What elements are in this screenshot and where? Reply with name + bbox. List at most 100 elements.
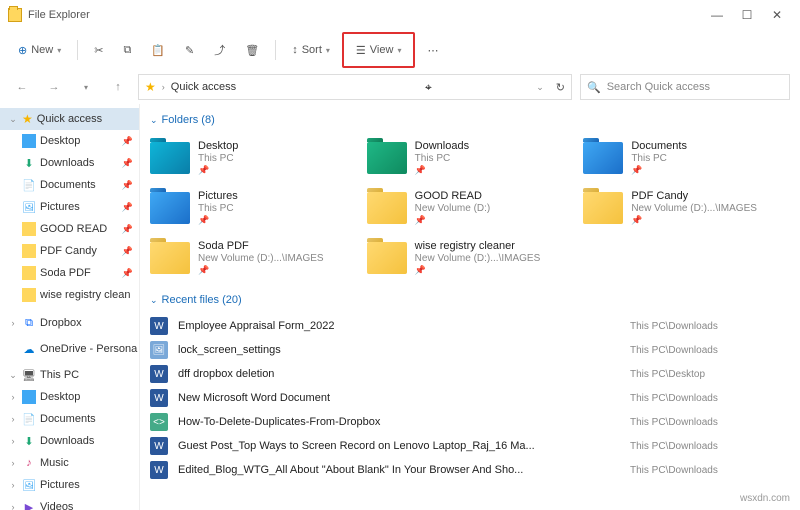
file-row[interactable]: 🖼 lock_screen_settings This PC\Downloads	[150, 338, 790, 362]
folder-name: Soda PDF	[198, 240, 324, 252]
folder-item[interactable]: PDF Candy New Volume (D:)...\IMAGES 📌	[583, 184, 790, 232]
sort-button[interactable]: ↕ Sort ▾	[284, 36, 338, 64]
sidebar-item[interactable]: 📄Documents📌	[0, 174, 139, 196]
folders-section-header[interactable]: ⌄ Folders (8)	[150, 114, 790, 126]
delete-button[interactable]: 🗑	[237, 36, 267, 64]
folder-name: Desktop	[198, 140, 238, 152]
chevron-down-icon[interactable]: ⌄	[536, 82, 544, 93]
folder-item[interactable]: Documents This PC 📌	[583, 134, 790, 182]
pin-icon: 📌	[198, 265, 324, 276]
sidebar-item[interactable]: ›⬇Downloads	[0, 430, 139, 452]
watermark: wsxdn.com	[740, 493, 790, 504]
minimize-button[interactable]: ―	[702, 0, 732, 30]
pin-icon: 📌	[122, 246, 133, 257]
downloads-icon: ⬇	[22, 156, 36, 170]
paste-button[interactable]: 📋	[143, 36, 173, 64]
sidebar-dropbox[interactable]: ›⧉Dropbox	[0, 312, 139, 334]
file-location: This PC\Downloads	[630, 321, 790, 332]
toolbar: ⊕ New ▾ ✂ ⧉ 📋 ✎ ⤴ 🗑 ↕ Sort ▾ ☰ View ▾ ⋯	[0, 30, 800, 70]
up-button[interactable]: ↑	[106, 75, 130, 99]
sidebar-label: Dropbox	[40, 317, 82, 329]
dropbox-icon: ⧉	[22, 316, 36, 330]
file-row[interactable]: W Guest Post_Top Ways to Screen Record o…	[150, 434, 790, 458]
rename-button[interactable]: ✎	[177, 36, 202, 64]
folder-name: Pictures	[198, 190, 238, 202]
separator	[77, 40, 78, 60]
forward-button[interactable]: →	[42, 75, 66, 99]
folder-item[interactable]: Pictures This PC 📌	[150, 184, 357, 232]
sidebar-item[interactable]: ›Desktop	[0, 386, 139, 408]
rename-icon: ✎	[185, 44, 194, 57]
chevron-down-icon: ⌄	[8, 114, 18, 125]
folder-icon	[150, 242, 190, 274]
sidebar-item[interactable]: ›♪Music	[0, 452, 139, 474]
sidebar-this-pc[interactable]: ⌄🖥This PC	[0, 364, 139, 386]
sidebar-item[interactable]: 🖼Pictures📌	[0, 196, 139, 218]
search-bar[interactable]: 🔍 Search Quick access	[580, 74, 790, 100]
address-path: Quick access	[171, 81, 236, 93]
close-button[interactable]: ✕	[762, 0, 792, 30]
folder-location: New Volume (D:)	[415, 203, 491, 214]
sidebar-item[interactable]: wise registry clean	[0, 284, 139, 306]
copy-button[interactable]: ⧉	[115, 36, 139, 64]
sidebar-label: PDF Candy	[40, 245, 97, 257]
folder-item[interactable]: Desktop This PC 📌	[150, 134, 357, 182]
share-button[interactable]: ⤴	[206, 36, 233, 64]
folder-icon	[22, 222, 36, 236]
folder-item[interactable]: GOOD READ New Volume (D:) 📌	[367, 184, 574, 232]
sidebar-onedrive[interactable]: ☁OneDrive - Persona	[0, 338, 139, 360]
downloads-icon: ⬇	[22, 434, 36, 448]
back-button[interactable]: ←	[10, 75, 34, 99]
chevron-down-icon: ⌄	[150, 115, 158, 126]
sidebar-item[interactable]: ⬇Downloads📌	[0, 152, 139, 174]
refresh-button[interactable]: ↻	[556, 81, 565, 94]
cut-icon: ✂	[94, 44, 103, 57]
recent-section-header[interactable]: ⌄ Recent files (20)	[150, 294, 790, 306]
pin-icon: 📌	[122, 158, 133, 169]
file-row[interactable]: W dff dropbox deletion This PC\Desktop	[150, 362, 790, 386]
sidebar-label: Desktop	[40, 391, 80, 403]
maximize-button[interactable]: ☐	[732, 0, 762, 30]
view-button[interactable]: ☰ View ▾	[348, 36, 410, 64]
folder-item[interactable]: Downloads This PC 📌	[367, 134, 574, 182]
file-icon: W	[150, 317, 168, 335]
file-row[interactable]: W Edited_Blog_WTG_All About "About Blank…	[150, 458, 790, 482]
file-name: lock_screen_settings	[178, 344, 620, 356]
pin-icon: 📌	[198, 215, 238, 226]
sidebar-item[interactable]: ›📄Documents	[0, 408, 139, 430]
cut-button[interactable]: ✂	[86, 36, 111, 64]
sidebar-item[interactable]: Desktop📌	[0, 130, 139, 152]
chevron-right-icon: ›	[162, 82, 165, 92]
folder-name: GOOD READ	[415, 190, 491, 202]
folder-icon	[150, 192, 190, 224]
chevron-right-icon: ›	[8, 436, 18, 446]
file-row[interactable]: W Employee Appraisal Form_2022 This PC\D…	[150, 314, 790, 338]
titlebar: File Explorer ― ☐ ✕	[0, 0, 800, 30]
folder-location: New Volume (D:)...\IMAGES	[415, 253, 541, 264]
more-button[interactable]: ⋯	[419, 36, 446, 64]
file-location: This PC\Downloads	[630, 417, 790, 428]
sidebar-item[interactable]: ›🖼Pictures	[0, 474, 139, 496]
sidebar-item[interactable]: Soda PDF📌	[0, 262, 139, 284]
file-location: This PC\Downloads	[630, 465, 790, 476]
sidebar-item[interactable]: PDF Candy 📌	[0, 240, 139, 262]
folder-item[interactable]: wise registry cleaner New Volume (D:)...…	[367, 234, 574, 282]
sidebar-item[interactable]: ›▶Videos	[0, 496, 139, 510]
new-button[interactable]: ⊕ New ▾	[10, 36, 69, 64]
pictures-icon: 🖼	[22, 200, 36, 214]
folder-item[interactable]: Soda PDF New Volume (D:)...\IMAGES 📌	[150, 234, 357, 282]
sidebar-label: Documents	[40, 413, 96, 425]
delete-icon: 🗑	[245, 44, 259, 57]
sidebar-label: Documents	[40, 179, 96, 191]
chevron-down-icon[interactable]: ▾	[74, 75, 98, 99]
file-icon: W	[150, 365, 168, 383]
folder-icon	[583, 142, 623, 174]
folder-location: New Volume (D:)...\IMAGES	[631, 203, 757, 214]
file-row[interactable]: <> How-To-Delete-Duplicates-From-Dropbox…	[150, 410, 790, 434]
sidebar-item[interactable]: GOOD READ📌	[0, 218, 139, 240]
address-bar[interactable]: ★ › Quick access ⌄ ↻	[138, 74, 572, 100]
file-icon: W	[150, 389, 168, 407]
sidebar-label: Soda PDF	[40, 267, 91, 279]
file-row[interactable]: W New Microsoft Word Document This PC\Do…	[150, 386, 790, 410]
sidebar-quick-access[interactable]: ⌄ ★ Quick access	[0, 108, 139, 130]
